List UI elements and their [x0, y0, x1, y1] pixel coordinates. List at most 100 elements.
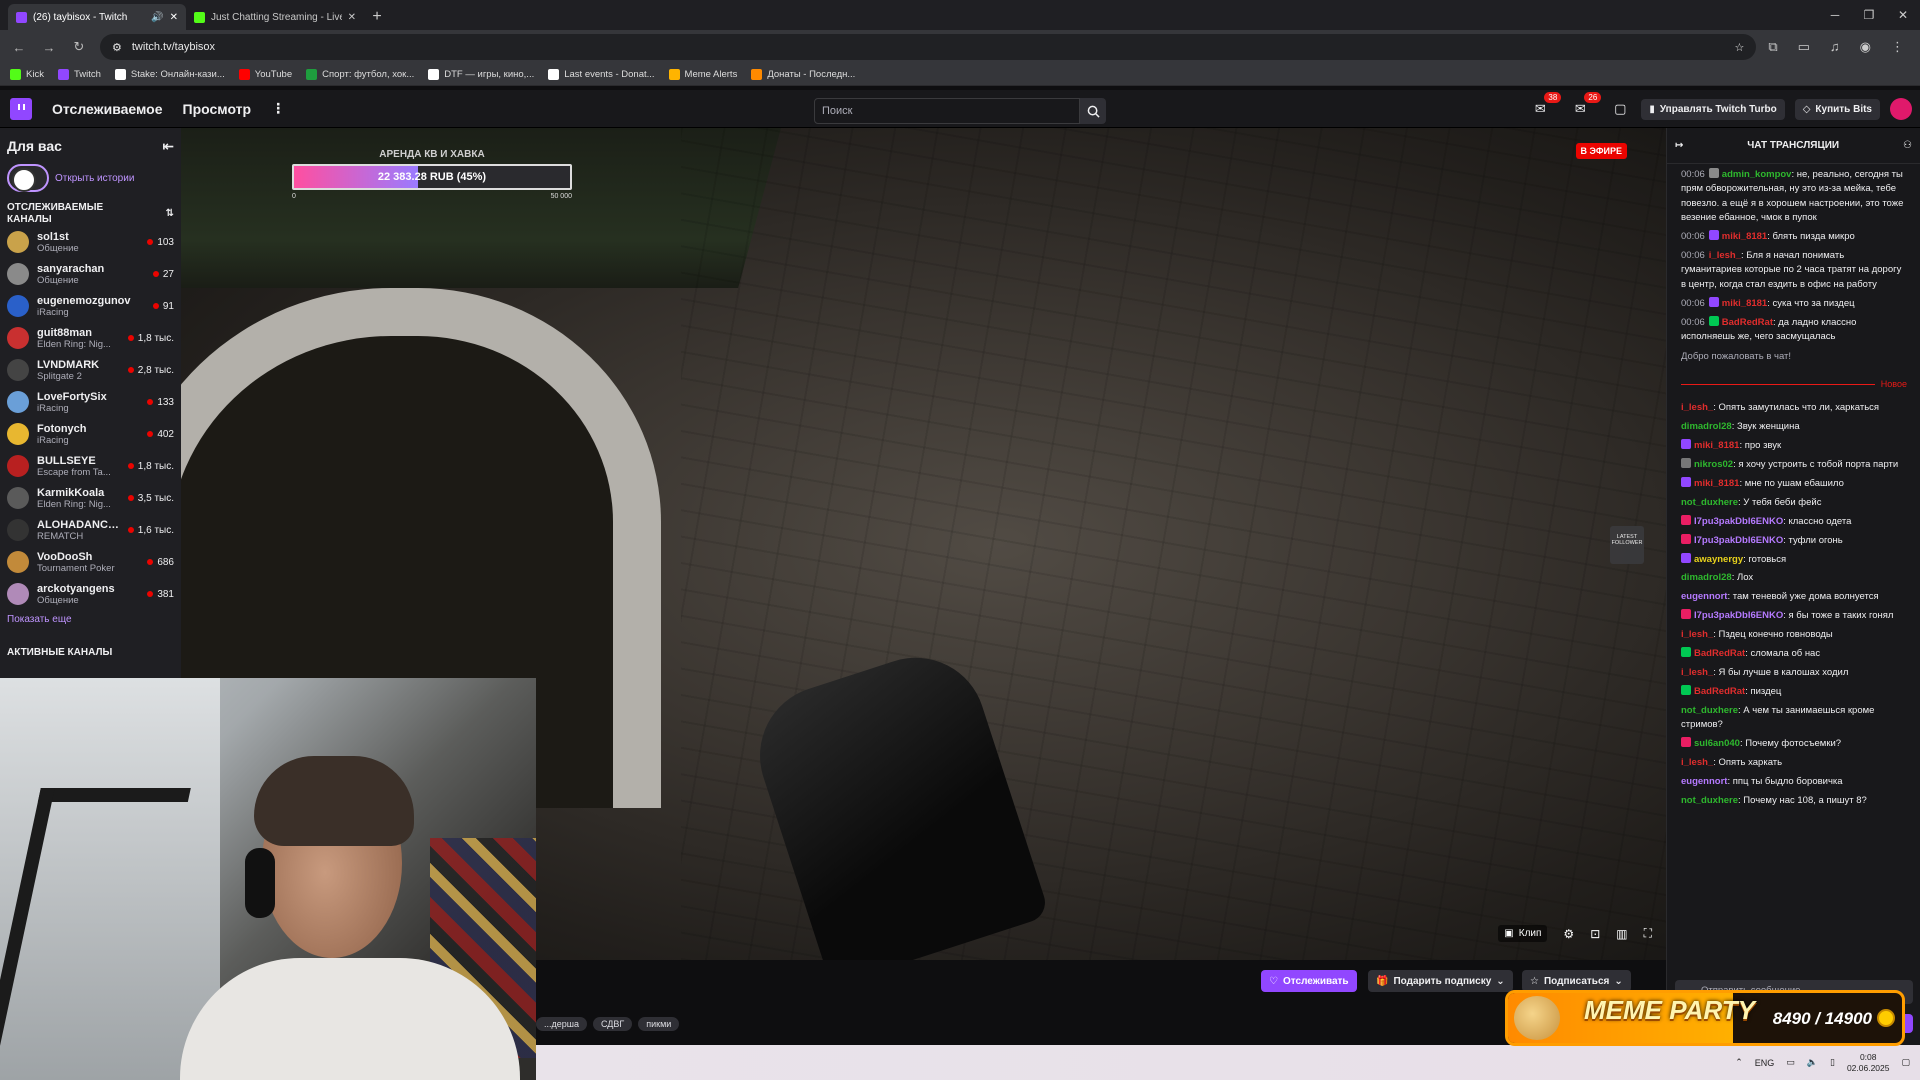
minimize-icon[interactable]: ─ [1818, 0, 1852, 30]
system-clock[interactable]: 0:08 02.06.2025 [1847, 1052, 1890, 1074]
nav-browse[interactable]: Просмотр [183, 101, 252, 117]
nav-following[interactable]: Отслеживаемое [52, 101, 163, 117]
restore-icon[interactable]: ❐ [1852, 0, 1886, 30]
clip-button[interactable]: ▣ Клип [1498, 925, 1548, 942]
browser-tab-twitch[interactable]: (26) taybisox - Twitch 🔊 ✕ [8, 4, 186, 30]
back-icon[interactable]: ← [10, 40, 28, 55]
settings-icon[interactable]: ⚙ [1563, 927, 1574, 941]
notifications-icon[interactable]: ✉ 26 [1569, 92, 1602, 120]
language-indicator[interactable]: ENG [1755, 1058, 1775, 1068]
chat-username[interactable]: eugennort [1681, 591, 1727, 602]
follow-button[interactable]: ♡ Отслеживать [1261, 970, 1357, 992]
extensions-icon[interactable]: ⧉ [1768, 39, 1777, 55]
menu-icon[interactable]: ⋮ [1891, 39, 1904, 55]
cast-icon[interactable]: ⊡ [1590, 927, 1600, 941]
profile-icon[interactable]: ◉ [1860, 39, 1871, 55]
notification-center-icon[interactable]: ▢ [1901, 1057, 1910, 1068]
fullscreen-icon[interactable]: ⛶ [1644, 926, 1652, 941]
inbox-icon[interactable]: ✉ 38 [1529, 92, 1562, 120]
close-window-icon[interactable]: ✕ [1886, 0, 1920, 30]
chat-username[interactable]: BadRedRat [1722, 317, 1773, 328]
sidebar-channel[interactable]: KarmikKoala Elden Ring: Nig... 3,5 тыс. [7, 482, 174, 514]
show-more-link[interactable]: Показать еще [7, 614, 174, 625]
chat-username[interactable]: i_lesh_ [1681, 629, 1713, 640]
new-tab-button[interactable]: + [364, 4, 390, 30]
search-button[interactable] [1080, 98, 1106, 124]
chat-username[interactable]: miki_8181 [1722, 231, 1767, 242]
sort-icon[interactable]: ⇅ [166, 208, 174, 220]
chat-username[interactable]: i_lesh_ [1681, 402, 1713, 413]
chat-username[interactable]: miki_8181 [1722, 298, 1767, 309]
open-stories-link[interactable]: Открыть истории [55, 173, 134, 184]
sidebar-channel[interactable]: guit88man Elden Ring: Nig... 1,8 тыс. [7, 322, 174, 354]
chat-username[interactable]: dimadrol28 [1681, 421, 1732, 432]
close-tab-icon[interactable]: ✕ [348, 12, 356, 23]
sidebar-channel[interactable]: sanyarachan Общение 27 [7, 258, 174, 290]
gift-sub-button[interactable]: 🎁 Подарить подписку ⌄ [1368, 970, 1513, 992]
forward-icon[interactable]: → [40, 40, 58, 55]
stories-row[interactable]: Открыть истории [7, 164, 174, 192]
chat-username[interactable]: sul6an040 [1694, 738, 1740, 749]
bookmark-kick[interactable]: Kick [10, 69, 44, 80]
sidebar-channel[interactable]: Fotonych iRacing 402 [7, 418, 174, 450]
chat-username[interactable]: not_duxhere [1681, 705, 1738, 716]
speaker-icon[interactable]: 🔊 [151, 12, 163, 23]
browser-tab-kick[interactable]: Just Chatting Streaming - Live ✕ [186, 4, 364, 30]
chat-username[interactable]: eugennort [1681, 776, 1727, 787]
twitch-logo-icon[interactable] [10, 97, 32, 120]
nav-more-icon[interactable]: ⋮ [271, 100, 285, 117]
user-avatar[interactable] [1890, 98, 1912, 120]
volume-icon[interactable]: 🔈 [1807, 1057, 1818, 1068]
bookmark-star-icon[interactable]: ☆ [1734, 41, 1744, 54]
chat-username[interactable]: dimadrol28 [1681, 572, 1732, 583]
bookmark-meme-alerts[interactable]: Meme Alerts [668, 69, 737, 80]
chat-username[interactable]: I7pu3pakDbI6ENKO [1694, 535, 1783, 546]
whispers-icon[interactable]: ▢ [1609, 98, 1631, 120]
media-icon[interactable]: ♫ [1830, 39, 1840, 55]
sidebar-channel[interactable]: ALOHADANCE... REMATCH 1,6 тыс. [7, 514, 174, 546]
story-avatar[interactable] [7, 164, 49, 192]
chat-username[interactable]: BadRedRat [1694, 686, 1745, 697]
chat-username[interactable]: miki_8181 [1694, 440, 1739, 451]
sidebar-channel[interactable]: LVNDMARK Splitgate 2 2,8 тыс. [7, 354, 174, 386]
chat-username[interactable]: admin_kompov [1722, 169, 1792, 180]
chat-username[interactable]: nikros02 [1694, 459, 1733, 470]
battery-icon[interactable]: ▯ [1830, 1057, 1835, 1068]
url-field[interactable]: ⚙ twitch.tv/taybisox ☆ [100, 34, 1757, 60]
bookmark-stake[interactable]: Stake: Онлайн-кази... [114, 69, 225, 80]
close-tab-icon[interactable]: ✕ [170, 12, 178, 23]
bookmark-twitch[interactable]: Twitch [57, 69, 101, 80]
theatre-mode-icon[interactable]: ▥ [1616, 927, 1627, 941]
chat-username[interactable]: miki_8181 [1694, 478, 1739, 489]
tag[interactable]: пикми [638, 1017, 680, 1031]
cast-icon[interactable]: ▭ [1798, 39, 1810, 55]
bookmark-dtf[interactable]: DTF — игры, кино,... [428, 69, 534, 80]
collapse-chat-icon[interactable]: ↦ [1675, 140, 1683, 151]
bookmark-donat-events[interactable]: Last events - Donat... [548, 69, 655, 80]
chat-username[interactable]: i_lesh_ [1709, 250, 1741, 261]
sidebar-channel[interactable]: arckotyangens Общение 381 [7, 578, 174, 610]
search-input[interactable]: Поиск [814, 98, 1080, 124]
tag[interactable]: ...дерша [536, 1017, 587, 1031]
chat-username[interactable]: not_duxhere [1681, 795, 1738, 806]
bookmark-sport[interactable]: Спорт: футбол, хок... [306, 69, 414, 80]
chat-username[interactable]: BadRedRat [1694, 648, 1745, 659]
chat-username[interactable]: I7pu3pakDbI6ENKO [1694, 610, 1783, 621]
sidebar-channel[interactable]: eugenemozgunov iRacing 91 [7, 290, 174, 322]
chat-username[interactable]: awaynergy [1694, 554, 1743, 565]
chat-username[interactable]: i_lesh_ [1681, 667, 1713, 678]
network-icon[interactable]: ▭ [1786, 1057, 1795, 1068]
collapse-sidebar-icon[interactable]: ⇤ [162, 138, 174, 155]
tray-chevron-icon[interactable]: ⌃ [1735, 1057, 1743, 1068]
sidebar-channel[interactable]: BULLSEYE Escape from Ta... 1,8 тыс. [7, 450, 174, 482]
subscribe-button[interactable]: ☆ Подписаться ⌄ [1522, 970, 1631, 992]
turbo-button[interactable]: ▮ Управлять Twitch Turbo [1641, 98, 1785, 120]
sidebar-channel[interactable]: sol1st Общение 103 [7, 226, 174, 258]
chat-username[interactable]: I7pu3pakDbI6ENKO [1694, 516, 1783, 527]
chat-username[interactable]: not_duxhere [1681, 497, 1738, 508]
bookmark-youtube[interactable]: YouTube [238, 69, 292, 80]
tag[interactable]: СДВГ [593, 1017, 633, 1031]
chat-users-icon[interactable]: ⚇ [1903, 140, 1912, 151]
reload-icon[interactable]: ↻ [70, 39, 88, 55]
bookmark-donations[interactable]: Донаты - Последн... [751, 69, 855, 80]
